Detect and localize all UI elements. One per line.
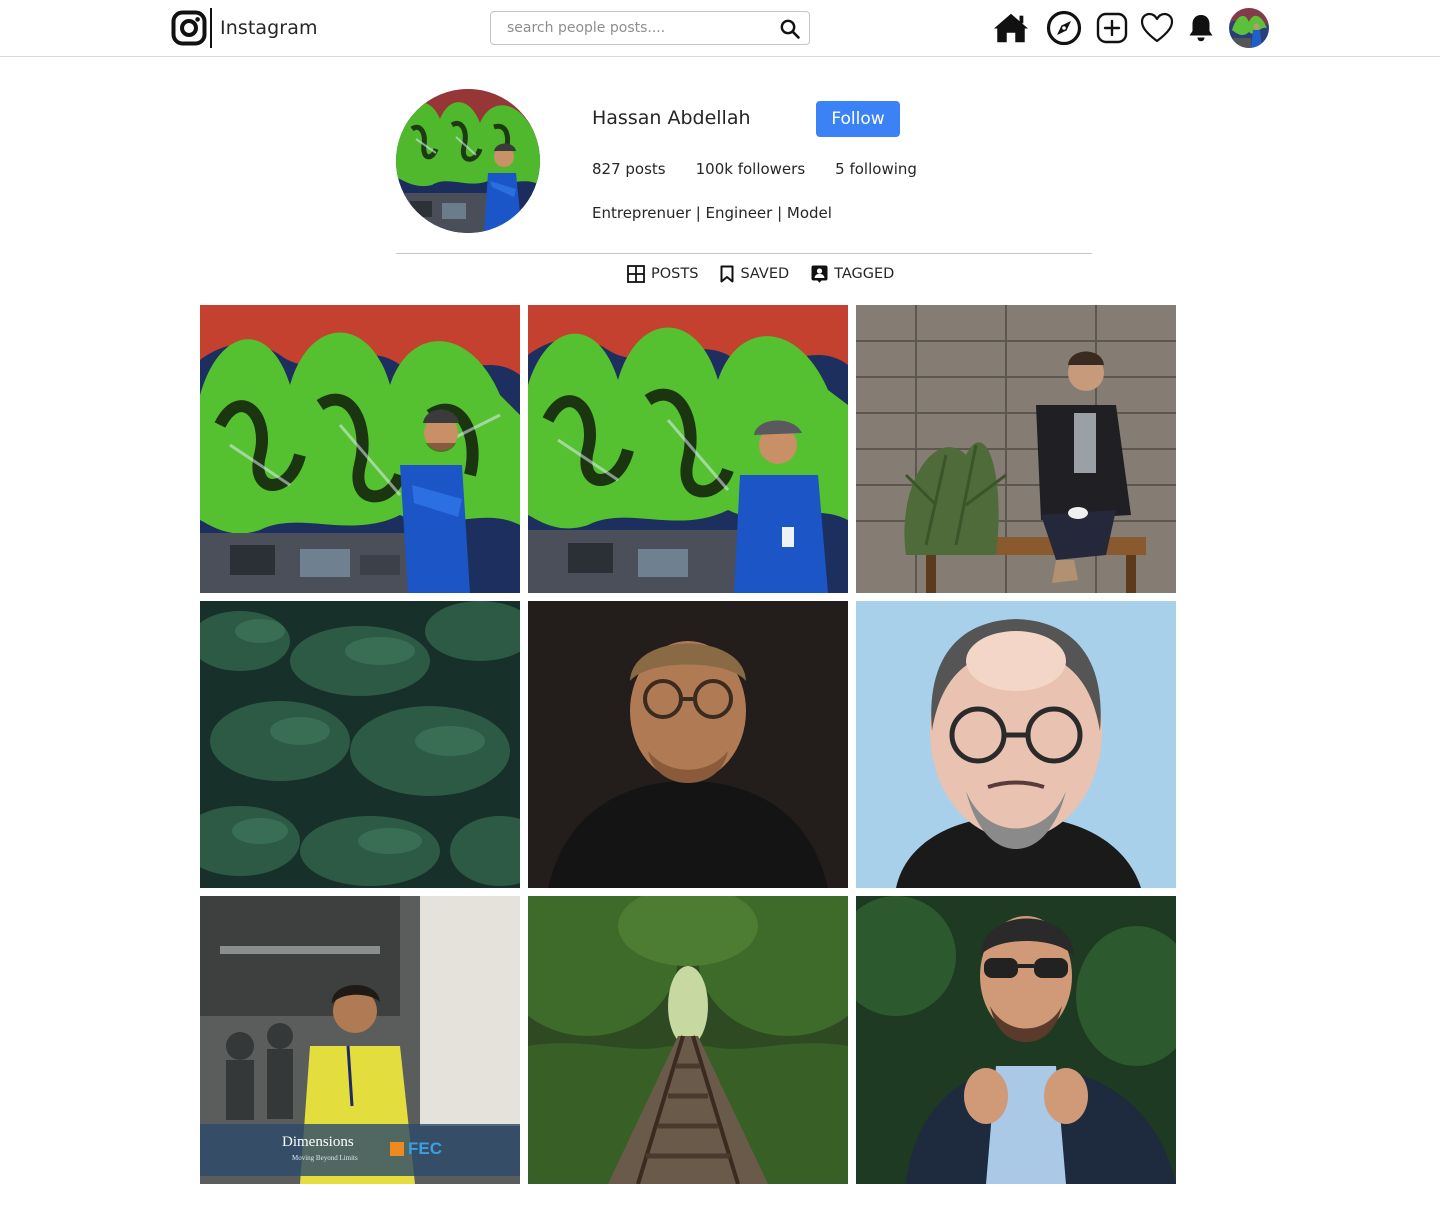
new-post-icon[interactable] bbox=[1094, 10, 1130, 46]
post-image bbox=[528, 305, 848, 593]
post-image bbox=[528, 601, 848, 888]
brand-separator bbox=[210, 8, 212, 48]
banner-logo: FEC bbox=[408, 1139, 442, 1158]
profile-stats: 827 posts 100k followers 5 following bbox=[592, 160, 917, 178]
profile-tabs: POSTS SAVED TAGGED bbox=[627, 263, 894, 285]
instagram-logo-icon bbox=[171, 10, 207, 46]
post-image bbox=[856, 305, 1176, 593]
tab-tagged[interactable]: TAGGED bbox=[811, 265, 894, 283]
following-count[interactable]: 5 following bbox=[835, 160, 917, 178]
search-box bbox=[490, 11, 810, 45]
nav-icons bbox=[993, 7, 1273, 49]
post-tile[interactable] bbox=[528, 896, 848, 1184]
post-tile[interactable] bbox=[856, 305, 1176, 593]
top-navigation-bar: Instagram bbox=[0, 0, 1440, 57]
banner-subtext: Moving Beyond Limits bbox=[292, 1154, 358, 1162]
tab-posts[interactable]: POSTS bbox=[627, 265, 698, 283]
post-tile[interactable] bbox=[856, 601, 1176, 888]
banner-text: Dimensions bbox=[282, 1134, 354, 1150]
tab-saved[interactable]: SAVED bbox=[720, 265, 789, 283]
post-tile[interactable] bbox=[200, 601, 520, 888]
tab-posts-label: POSTS bbox=[651, 266, 699, 282]
search-input[interactable] bbox=[491, 12, 771, 44]
nav-avatar[interactable] bbox=[1229, 8, 1269, 48]
post-tile[interactable] bbox=[528, 601, 848, 888]
explore-icon[interactable] bbox=[1046, 10, 1082, 46]
posts-count[interactable]: 827 posts bbox=[592, 160, 666, 178]
follow-button[interactable]: Follow bbox=[816, 101, 900, 137]
profile-picture[interactable] bbox=[396, 89, 540, 233]
post-image bbox=[528, 896, 848, 1184]
post-tile[interactable] bbox=[200, 305, 520, 593]
activity-heart-icon[interactable] bbox=[1139, 10, 1175, 46]
followers-count[interactable]: 100k followers bbox=[696, 160, 806, 178]
post-image bbox=[200, 305, 520, 593]
brand-name: Instagram bbox=[220, 17, 318, 39]
profile-bio: Entreprenuer | Engineer | Model bbox=[592, 204, 832, 222]
notifications-bell-icon[interactable] bbox=[1183, 10, 1219, 46]
tab-saved-label: SAVED bbox=[740, 266, 790, 282]
post-image bbox=[856, 896, 1176, 1184]
post-tile[interactable] bbox=[856, 896, 1176, 1184]
tab-tagged-label: TAGGED bbox=[834, 266, 895, 282]
profile-divider bbox=[396, 253, 1092, 254]
grid-icon bbox=[627, 265, 645, 283]
search-icon[interactable] bbox=[779, 18, 801, 40]
brand[interactable]: Instagram bbox=[171, 8, 318, 48]
tagged-user-icon bbox=[811, 265, 828, 283]
profile-username: Hassan Abdellah bbox=[592, 107, 751, 129]
posts-grid: Dimensions Moving Beyond Limits FEC bbox=[200, 305, 1176, 1184]
post-tile[interactable]: Dimensions Moving Beyond Limits FEC bbox=[200, 896, 520, 1184]
bookmark-icon bbox=[720, 265, 734, 283]
post-image bbox=[856, 601, 1176, 888]
post-image bbox=[200, 601, 520, 888]
post-image: Dimensions Moving Beyond Limits FEC bbox=[200, 896, 520, 1184]
post-tile[interactable] bbox=[528, 305, 848, 593]
home-icon[interactable] bbox=[993, 10, 1029, 46]
